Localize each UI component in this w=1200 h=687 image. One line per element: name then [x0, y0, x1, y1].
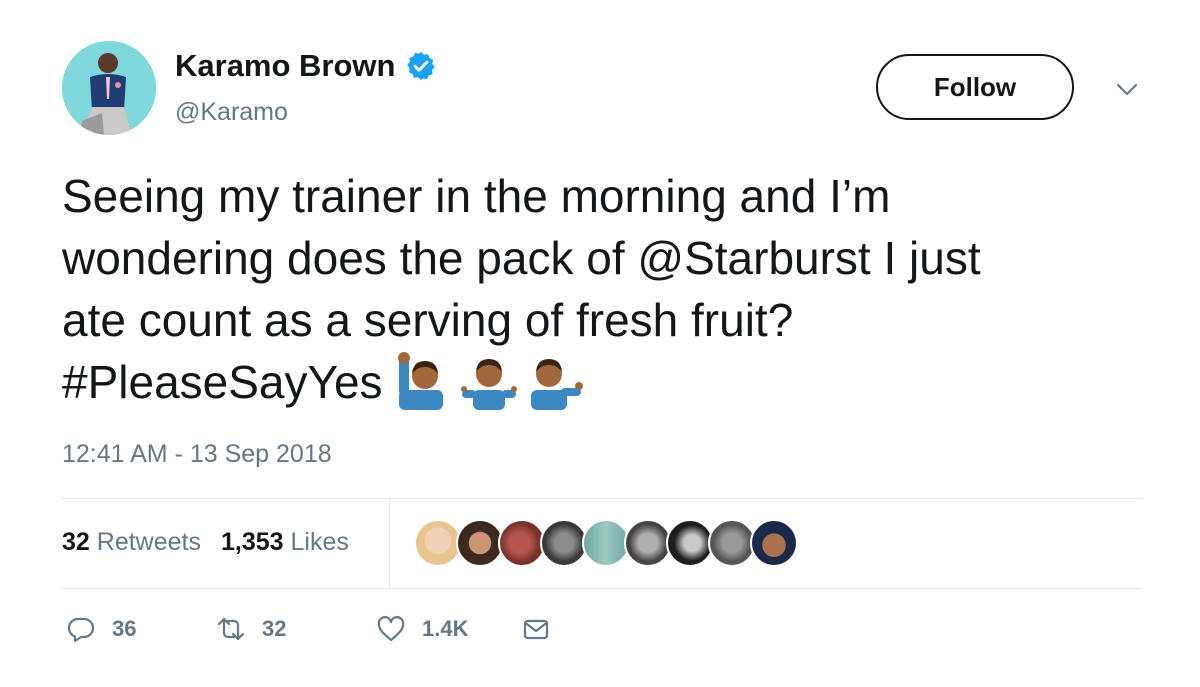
liker-avatars	[414, 519, 798, 567]
like-count: 1.4K	[422, 616, 469, 641]
profile-avatar[interactable]	[62, 41, 156, 135]
tweet-actions: 36 32 1.4K	[66, 614, 551, 644]
tweet-timestamp[interactable]: 12:41 AM - 13 Sep 2018	[62, 440, 332, 469]
person-tipping-hand-emoji	[530, 359, 583, 410]
liker-avatar[interactable]	[708, 519, 756, 567]
divider	[62, 498, 1142, 499]
liker-avatar[interactable]	[750, 519, 798, 567]
retweet-count: 32	[262, 616, 287, 641]
vertical-divider	[389, 498, 390, 588]
liker-avatar[interactable]	[498, 519, 546, 567]
person-raising-hand-emoji	[397, 352, 443, 410]
likes-count: 1,353	[220, 528, 284, 556]
retweets-label: Retweets	[96, 528, 201, 556]
tweet-line: ate count as a serving of fresh fruit?	[62, 294, 794, 346]
liker-avatar[interactable]	[414, 519, 462, 567]
follow-button[interactable]: Follow	[876, 54, 1074, 120]
tweet-line: wondering does the pack of @Starburst I …	[62, 232, 981, 284]
like-action[interactable]: 1.4K	[376, 614, 521, 644]
envelope-icon	[523, 619, 549, 640]
reply-count: 36	[112, 616, 137, 641]
user-name-row: Karamo Brown	[175, 48, 437, 84]
person-shrugging-emoji	[460, 359, 517, 410]
avatar-image	[62, 41, 156, 135]
liker-avatar[interactable]	[666, 519, 714, 567]
likes-stat[interactable]: 1,353 Likes	[221, 528, 349, 557]
liker-avatar[interactable]	[624, 519, 672, 567]
retweets-stat[interactable]: 32 Retweets	[62, 528, 201, 557]
divider	[62, 588, 1142, 589]
retweet-icon	[217, 617, 245, 641]
likes-label: Likes	[290, 528, 349, 556]
tweet-line-last: #PleaseSayYes	[62, 351, 1172, 413]
display-name[interactable]: Karamo Brown	[175, 48, 395, 84]
hashtag[interactable]: #PleaseSayYes	[62, 356, 383, 408]
tweet-text: Seeing my trainer in the morning and I’m…	[62, 165, 1172, 413]
direct-message-action[interactable]	[521, 614, 551, 644]
retweet-action[interactable]: 32	[216, 614, 376, 644]
chevron-down-icon[interactable]	[1112, 78, 1142, 100]
tweet-line: Seeing my trainer in the morning and I’m	[62, 170, 891, 222]
liker-avatar[interactable]	[582, 519, 630, 567]
reply-action[interactable]: 36	[66, 614, 216, 644]
reply-icon	[67, 617, 95, 643]
user-handle[interactable]: @Karamo	[175, 98, 288, 127]
liker-avatar[interactable]	[540, 519, 588, 567]
heart-icon	[377, 616, 405, 642]
engagement-stats: 32 Retweets 1,353 Likes	[62, 528, 349, 557]
retweets-count: 32	[62, 528, 90, 556]
liker-avatar[interactable]	[456, 519, 504, 567]
verified-badge-icon	[407, 52, 436, 80]
